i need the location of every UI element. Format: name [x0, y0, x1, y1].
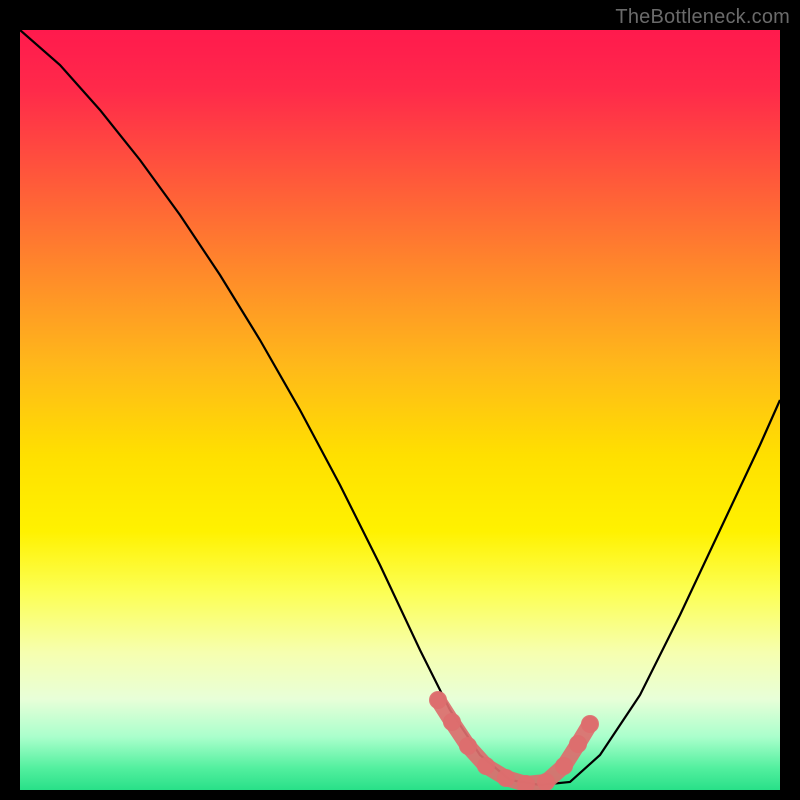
plot-area	[20, 30, 780, 790]
highlight-dot	[581, 715, 599, 733]
bottleneck-curve-path	[20, 30, 780, 785]
chart-svg	[20, 30, 780, 790]
highlight-band	[429, 691, 599, 790]
watermark-text: TheBottleneck.com	[615, 6, 790, 29]
